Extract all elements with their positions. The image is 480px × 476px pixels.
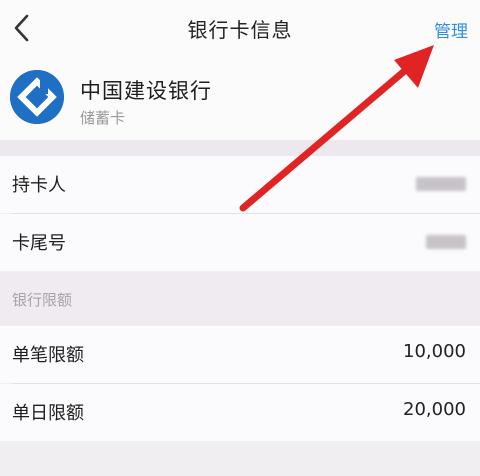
ccb-logo-icon <box>10 70 64 124</box>
navigation-bar: 银行卡信息 管理 <box>0 0 480 60</box>
bank-name: 中国建设银行 <box>80 79 212 103</box>
card-tail-label: 卡尾号 <box>12 233 66 254</box>
single-limit-value: 10,000 <box>403 341 466 362</box>
single-limit-row: 单笔限额 10,000 <box>0 326 480 383</box>
masked-card-tail-number <box>426 235 466 249</box>
daily-limit-row: 单日限额 20,000 <box>0 384 480 441</box>
limits-section-header: 银行限额 <box>0 272 480 326</box>
single-limit-label: 单笔限额 <box>12 345 84 366</box>
card-tail-row: 卡尾号 <box>0 214 480 271</box>
card-holder-row: 持卡人 <box>0 156 480 213</box>
page-title: 银行卡信息 <box>187 18 293 42</box>
card-holder-label: 持卡人 <box>12 175 66 196</box>
card-type: 储蓄卡 <box>80 109 126 127</box>
daily-limit-label: 单日限额 <box>12 403 84 424</box>
limits-section-title: 银行限额 <box>12 291 73 309</box>
masked-card-holder-name <box>416 177 466 191</box>
daily-limit-value: 20,000 <box>403 399 466 420</box>
bank-card-summary: 中国建设银行 储蓄卡 <box>0 60 480 140</box>
manage-button[interactable]: 管理 <box>434 17 468 42</box>
section-gap <box>0 140 480 156</box>
